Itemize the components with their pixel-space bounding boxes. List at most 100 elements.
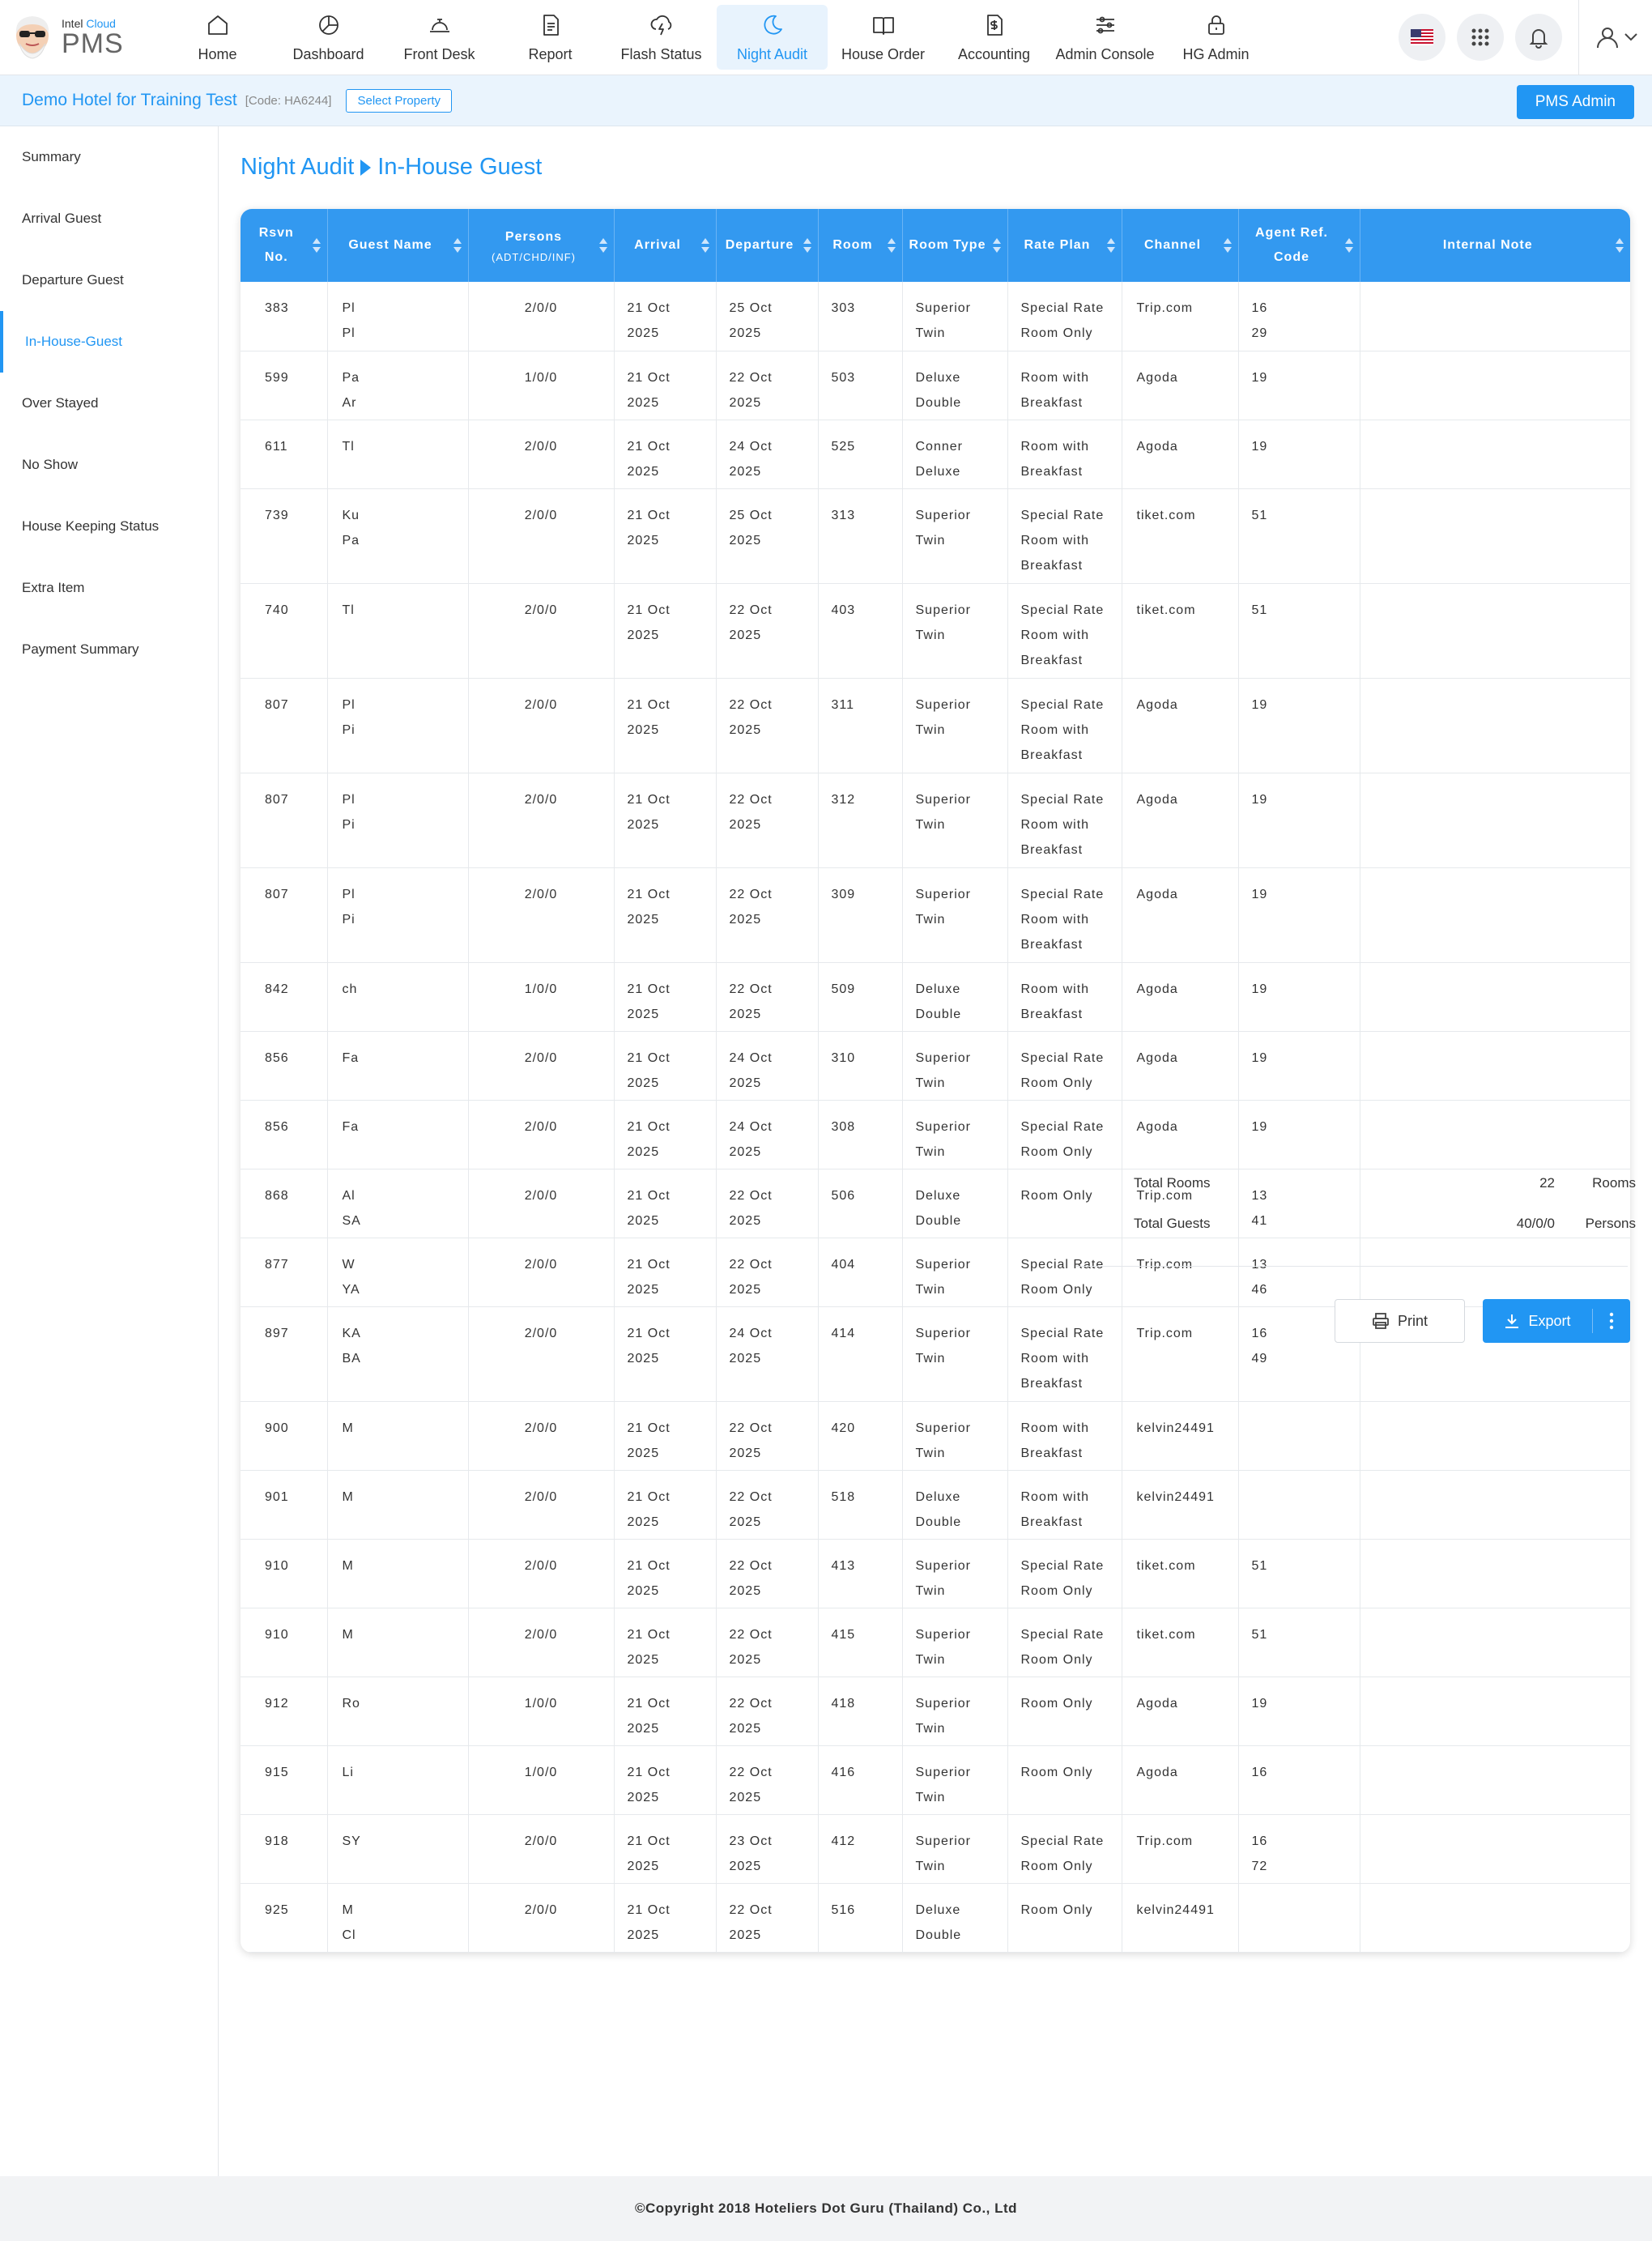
sort-icon[interactable] xyxy=(992,237,1001,253)
sort-icon[interactable] xyxy=(803,237,811,253)
column-header-departure[interactable]: Departure xyxy=(716,209,819,282)
sort-icon[interactable] xyxy=(1344,237,1353,253)
cell-rate: Room Only xyxy=(1007,1883,1122,1953)
cell-line: 22 Oct xyxy=(729,370,773,385)
sort-icon[interactable] xyxy=(887,237,896,253)
sidebar-item-in-house-guest[interactable]: In-House-Guest xyxy=(0,311,218,373)
table-row[interactable]: 740 Tl 2/0/0 21 Oct 2025 22 Oct 2025 403 Superio… xyxy=(241,583,1630,679)
cell-line: Breakfast xyxy=(1020,842,1084,857)
nav-item-accounting[interactable]: Accounting xyxy=(939,0,1050,75)
cell-departure: 24 Oct 2025 xyxy=(716,1306,819,1402)
cell-line: Pl xyxy=(342,887,356,901)
cell-line: Ro xyxy=(342,1696,360,1711)
divider xyxy=(1075,1266,1628,1267)
cell-rate: Special Rate Room Only xyxy=(1007,1238,1122,1307)
column-header-internal-note[interactable]: Internal Note xyxy=(1360,209,1630,282)
app-logo[interactable]: Intel Cloud PMS xyxy=(0,0,162,75)
table-row[interactable]: 383 Pl Pl 2/0/0 21 Oct 2025 25 Oct 2025 303 Super… xyxy=(241,282,1630,351)
nav-item-dashboard[interactable]: Dashboard xyxy=(273,0,384,75)
cell-line: Room with xyxy=(1020,912,1090,927)
column-header-room[interactable]: Room xyxy=(818,209,903,282)
table-row[interactable]: 901 M 2/0/0 21 Oct 2025 22 Oct 2025 518 Deluxe Do… xyxy=(241,1470,1630,1540)
table-row[interactable]: 842 ch 1/0/0 21 Oct 2025 22 Oct 2025 509 Deluxe D… xyxy=(241,962,1630,1032)
select-property-button[interactable]: Select Property xyxy=(346,88,453,113)
total-rooms-value: 22 xyxy=(1539,1175,1555,1191)
sidebar-item-summary[interactable]: Summary xyxy=(0,126,218,188)
cell-line: Superior xyxy=(915,1050,971,1065)
column-header-guest-name[interactable]: Guest Name xyxy=(327,209,469,282)
table-row[interactable]: 910 M 2/0/0 21 Oct 2025 22 Oct 2025 413 Superior… xyxy=(241,1539,1630,1608)
table-row[interactable]: 856 Fa 2/0/0 21 Oct 2025 24 Oct 2025 308 Superio… xyxy=(241,1100,1630,1169)
sidebar-item-departure-guest[interactable]: Departure Guest xyxy=(0,249,218,311)
table-row[interactable]: 807 Pl Pi 2/0/0 21 Oct 2025 22 Oct 2025 311 Super… xyxy=(241,678,1630,773)
pms-admin-button[interactable]: PMS Admin xyxy=(1516,85,1634,119)
export-options-button[interactable] xyxy=(1593,1312,1630,1330)
cell-line: 21 Oct xyxy=(627,370,671,385)
print-button[interactable]: Print xyxy=(1335,1299,1465,1343)
sort-icon[interactable] xyxy=(453,237,462,253)
apps-grid-button[interactable] xyxy=(1457,14,1504,61)
table-row[interactable]: 912 Ro 1/0/0 21 Oct 2025 22 Oct 2025 418 Superio… xyxy=(241,1676,1630,1746)
nav-item-hg-admin[interactable]: HG Admin xyxy=(1160,0,1271,75)
column-header-room-type[interactable]: Room Type xyxy=(902,209,1008,282)
table-row[interactable]: 915 Li 1/0/0 21 Oct 2025 22 Oct 2025 416 Superio… xyxy=(241,1745,1630,1815)
cell-line: 19 xyxy=(1251,370,1268,385)
table-row[interactable]: 856 Fa 2/0/0 21 Oct 2025 24 Oct 2025 310 Superio… xyxy=(241,1031,1630,1101)
cell-guest: Pl Pi xyxy=(327,867,469,963)
table-row[interactable]: 599 Pa Ar 1/0/0 21 Oct 2025 22 Oct 2025 503 Delux… xyxy=(241,351,1630,420)
sidebar-item-arrival-guest[interactable]: Arrival Guest xyxy=(0,188,218,249)
language-selector[interactable] xyxy=(1399,14,1446,61)
sort-icon[interactable] xyxy=(1106,237,1115,253)
cell-line: Special Rate xyxy=(1020,603,1105,617)
table-row[interactable]: 739 Ku Pa 2/0/0 21 Oct 2025 25 Oct 2025 313 Super… xyxy=(241,488,1630,584)
export-button[interactable]: Export xyxy=(1483,1299,1630,1343)
cell-line: 21 Oct xyxy=(627,1050,671,1065)
cell-rate: Special Rate Room Only xyxy=(1007,1031,1122,1101)
cell-line: Twin xyxy=(915,1144,946,1159)
column-header-rate-plan[interactable]: Rate Plan xyxy=(1007,209,1122,282)
cell-line: 22 Oct xyxy=(729,1558,773,1573)
nav-item-admin-console[interactable]: Admin Console xyxy=(1050,0,1160,75)
cell-type: Superior Twin xyxy=(902,1814,1008,1884)
column-header-rsvn-no[interactable]: Rsvn No. xyxy=(241,209,328,282)
column-header-arrival[interactable]: Arrival xyxy=(614,209,717,282)
sort-icon[interactable] xyxy=(1616,237,1624,253)
nav-item-home[interactable]: Home xyxy=(162,0,273,75)
table-row[interactable]: 900 M 2/0/0 21 Oct 2025 22 Oct 2025 420 Superior… xyxy=(241,1401,1630,1471)
sidebar-item-house-keeping-status[interactable]: House Keeping Status xyxy=(0,496,218,557)
column-header-persons[interactable]: Persons (ADT/CHD/INF) xyxy=(468,209,615,282)
nav-item-front-desk[interactable]: Front Desk xyxy=(384,0,495,75)
sort-icon[interactable] xyxy=(1223,237,1232,253)
table-row[interactable]: 807 Pl Pi 2/0/0 21 Oct 2025 22 Oct 2025 309 Super… xyxy=(241,867,1630,963)
cell-line: 21 Oct xyxy=(627,1489,671,1504)
sidebar-item-over-stayed[interactable]: Over Stayed xyxy=(0,373,218,434)
cell-line: 19 xyxy=(1251,697,1268,712)
sliders-icon xyxy=(1096,16,1114,33)
sidebar-item-payment-summary[interactable]: Payment Summary xyxy=(0,619,218,680)
column-header-channel[interactable]: Channel xyxy=(1122,209,1239,282)
sort-icon[interactable] xyxy=(312,237,321,253)
nav-item-house-order[interactable]: House Order xyxy=(828,0,939,75)
export-main[interactable]: Export xyxy=(1483,1309,1593,1333)
sort-icon[interactable] xyxy=(598,237,607,253)
table-row[interactable]: 910 M 2/0/0 21 Oct 2025 22 Oct 2025 415 Superior… xyxy=(241,1608,1630,1677)
cell-persons: 2/0/0 xyxy=(468,1470,615,1540)
column-header-agent-ref-code[interactable]: Agent Ref. Code xyxy=(1238,209,1360,282)
nav-item-night-audit[interactable]: Night Audit xyxy=(717,5,828,70)
notifications-button[interactable] xyxy=(1515,14,1562,61)
table-row[interactable]: 807 Pl Pi 2/0/0 21 Oct 2025 22 Oct 2025 312 Super… xyxy=(241,773,1630,868)
nav-item-flash-status[interactable]: Flash Status xyxy=(606,0,717,75)
sort-icon[interactable] xyxy=(700,237,709,253)
sidebar-item-no-show[interactable]: No Show xyxy=(0,434,218,496)
user-menu[interactable] xyxy=(1595,25,1637,49)
table-row[interactable]: 611 Tl 2/0/0 21 Oct 2025 24 Oct 2025 525 Conner D… xyxy=(241,420,1630,489)
table-row[interactable]: 877 W YA 2/0/0 21 Oct 2025 22 Oct 2025 404 Superi… xyxy=(241,1238,1630,1307)
cell-line: 23 Oct xyxy=(729,1834,773,1848)
nav-item-report[interactable]: Report xyxy=(495,0,606,75)
cell-room: 518 xyxy=(818,1470,903,1540)
breadcrumb-parent[interactable]: Night Audit xyxy=(241,154,354,181)
table-row[interactable]: 925 M Cl 2/0/0 21 Oct 2025 22 Oct 2025 516 Deluxe… xyxy=(241,1883,1630,1953)
sidebar-item-extra-item[interactable]: Extra Item xyxy=(0,557,218,619)
table-row[interactable]: 918 SY 2/0/0 21 Oct 2025 23 Oct 2025 412 Superio… xyxy=(241,1814,1630,1884)
cell-channel: Agoda xyxy=(1122,678,1239,773)
